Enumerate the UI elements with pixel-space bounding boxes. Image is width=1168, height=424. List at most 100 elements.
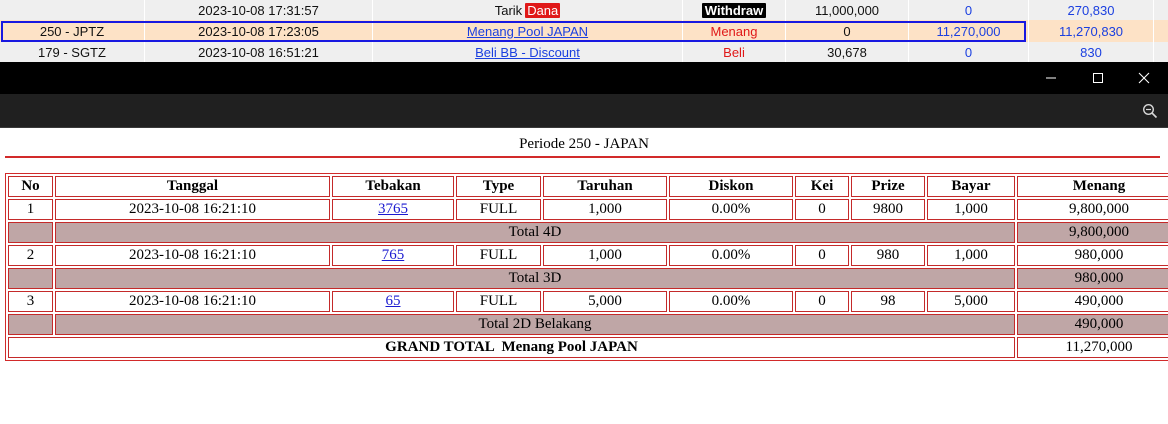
cell-tebakan: 65: [332, 291, 454, 312]
cell-menang: 9,800,000: [1017, 199, 1168, 220]
cell-bayar: 1,000: [927, 245, 1015, 266]
cell-tanggal: 2023-10-08 16:21:10: [55, 245, 330, 266]
cell-diskon: 0.00%: [669, 199, 793, 220]
cell-no: 1: [8, 199, 53, 220]
subtotal-spacer: [8, 268, 53, 289]
cell-no: 2: [8, 245, 53, 266]
col-header-no: No: [8, 176, 53, 197]
ledger-pasaran: 179 - SGTZ: [0, 42, 145, 62]
subtotal-spacer: [8, 314, 53, 335]
ledger-debit: 11,000,000: [786, 0, 909, 20]
ledger-saldo: 270,830: [1029, 0, 1154, 20]
subtotal-label: Total 4D: [55, 222, 1015, 243]
table-row: 3 2023-10-08 16:21:10 65 FULL 5,000 0.00…: [8, 291, 1168, 312]
cell-kei: 0: [795, 245, 849, 266]
maximize-icon: [1093, 73, 1103, 83]
grand-total-row: GRAND TOTAL Menang Pool JAPAN 11,270,000: [8, 337, 1168, 358]
ledger-tanggal: 2023-10-08 16:51:21: [145, 42, 373, 62]
table-row: 1 2023-10-08 16:21:10 3765 FULL 1,000 0.…: [8, 199, 1168, 220]
ledger-keterangan: Menang Pool JAPAN: [373, 20, 683, 42]
tebakan-link[interactable]: 3765: [378, 201, 408, 217]
ledger-keterangan: Beli BB - Discount: [373, 42, 683, 62]
cell-bayar: 1,000: [927, 199, 1015, 220]
col-header-bayar: Bayar: [927, 176, 1015, 197]
maximize-button[interactable]: [1075, 62, 1121, 94]
ledger-tipe: Menang: [683, 20, 786, 42]
subtotal-row: Total 2D Belakang 490,000: [8, 314, 1168, 335]
cell-taruhan: 1,000: [543, 199, 667, 220]
ledger-pasaran: 250 - JPTZ: [0, 20, 145, 42]
cell-bayar: 5,000: [927, 291, 1015, 312]
cell-kei: 0: [795, 199, 849, 220]
winning-report-table: No Tanggal Tebakan Type Taruhan Diskon K…: [5, 173, 1168, 361]
subtotal-value: 980,000: [1017, 268, 1168, 289]
dana-badge: Dana: [525, 2, 561, 18]
tebakan-link[interactable]: 65: [386, 293, 401, 309]
cell-type: FULL: [456, 245, 541, 266]
grand-total-label: GRAND TOTAL Menang Pool JAPAN: [8, 337, 1015, 358]
popup-toolbar: [0, 94, 1168, 128]
ledger-keterangan-text: Tarik: [494, 2, 523, 18]
transaction-ledger: 2023-10-08 17:31:57 Tarik Dana Withdraw 1…: [0, 0, 1168, 62]
cell-kei: 0: [795, 291, 849, 312]
ledger-saldo: 830: [1029, 42, 1154, 62]
zoom-out-icon: [1142, 103, 1158, 119]
cell-menang: 490,000: [1017, 291, 1168, 312]
cell-menang: 980,000: [1017, 245, 1168, 266]
subtotal-label: Total 3D: [55, 268, 1015, 289]
cell-tanggal: 2023-10-08 16:21:10: [55, 199, 330, 220]
subtotal-label: Total 2D Belakang: [55, 314, 1015, 335]
subtotal-value: 490,000: [1017, 314, 1168, 335]
cell-no: 3: [8, 291, 53, 312]
close-icon: [1138, 72, 1150, 84]
ledger-keterangan: Tarik Dana: [373, 0, 683, 20]
periode-title: Periode 250 - JAPAN: [519, 136, 649, 152]
ledger-row: 2023-10-08 17:31:57 Tarik Dana Withdraw 1…: [0, 0, 1168, 20]
cell-prize: 98: [851, 291, 925, 312]
ledger-kredit: 0: [909, 42, 1029, 62]
beli-bb-discount-link[interactable]: Beli BB - Discount: [475, 45, 580, 60]
cell-tanggal: 2023-10-08 16:21:10: [55, 291, 330, 312]
subtotal-row: Total 3D 980,000: [8, 268, 1168, 289]
subtotal-spacer: [8, 222, 53, 243]
menang-pool-japan-link[interactable]: Menang Pool JAPAN: [467, 24, 588, 39]
col-header-prize: Prize: [851, 176, 925, 197]
col-header-tebakan: Tebakan: [332, 176, 454, 197]
minimize-button[interactable]: [1028, 62, 1074, 94]
subtotal-row: Total 4D 9,800,000: [8, 222, 1168, 243]
table-row: 2 2023-10-08 16:21:10 765 FULL 1,000 0.0…: [8, 245, 1168, 266]
ledger-row-selected[interactable]: 250 - JPTZ 2023-10-08 17:23:05 Menang Po…: [0, 20, 1168, 42]
cell-type: FULL: [456, 199, 541, 220]
cell-prize: 9800: [851, 199, 925, 220]
cell-taruhan: 5,000: [543, 291, 667, 312]
col-header-taruhan: Taruhan: [543, 176, 667, 197]
ledger-kredit: 0: [909, 0, 1029, 20]
cell-prize: 980: [851, 245, 925, 266]
cell-type: FULL: [456, 291, 541, 312]
ledger-kredit: 11,270,000: [909, 20, 1029, 42]
ledger-tanggal: 2023-10-08 17:31:57: [145, 0, 373, 20]
ledger-tipe: Withdraw: [683, 0, 786, 20]
report-header-row: No Tanggal Tebakan Type Taruhan Diskon K…: [8, 176, 1168, 197]
cell-diskon: 0.00%: [669, 245, 793, 266]
ledger-row: 179 - SGTZ 2023-10-08 16:51:21 Beli BB -…: [0, 42, 1168, 62]
ledger-pasaran: [0, 0, 145, 20]
ledger-tanggal: 2023-10-08 17:23:05: [145, 20, 373, 42]
tebakan-link[interactable]: 765: [382, 247, 405, 263]
col-header-menang: Menang: [1017, 176, 1168, 197]
periode-divider: [5, 156, 1160, 158]
withdraw-badge: Withdraw: [701, 2, 767, 18]
popup-title-bar[interactable]: [0, 62, 1168, 94]
subtotal-value: 9,800,000: [1017, 222, 1168, 243]
cell-tebakan: 765: [332, 245, 454, 266]
ledger-debit: 30,678: [786, 42, 909, 62]
report-content: Periode 250 - JAPAN No Tanggal Tebakan T…: [0, 129, 1168, 424]
ledger-tipe: Beli: [683, 42, 786, 62]
ledger-debit: 0: [786, 20, 909, 42]
col-header-type: Type: [456, 176, 541, 197]
zoom-button[interactable]: [1140, 101, 1160, 121]
col-header-tanggal: Tanggal: [55, 176, 330, 197]
col-header-kei: Kei: [795, 176, 849, 197]
close-button[interactable]: [1121, 62, 1167, 94]
ledger-saldo: 11,270,830: [1029, 20, 1154, 42]
